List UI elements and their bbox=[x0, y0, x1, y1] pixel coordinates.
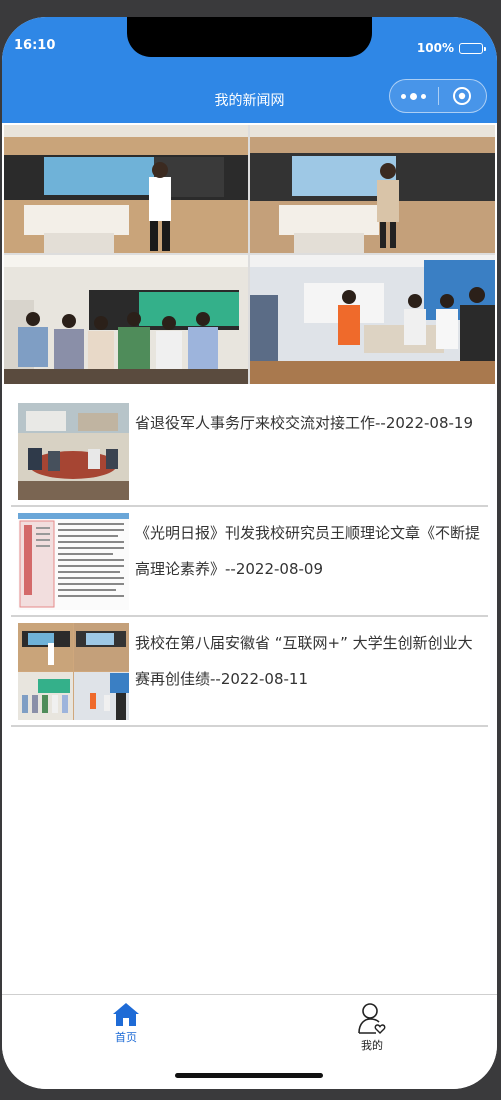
news-title: 《光明日报》刊发我校研究员王顺理论文章《不断提高理论素养》--2022-08-0… bbox=[135, 524, 481, 578]
battery-indicator: 100% bbox=[416, 41, 486, 55]
home-icon bbox=[113, 1003, 139, 1026]
mini-program-capsule bbox=[389, 79, 487, 113]
news-title: 我校在第八届安徽省 “互联网+” 大学生创新创业大赛再创佳绩--2022-08-… bbox=[135, 634, 473, 688]
tab-mine[interactable]: 我的 bbox=[342, 1001, 402, 1053]
phone-screen: 16:10 100% 我的新闻网 省退役军人事务厅来校交流对接工作--2022-… bbox=[2, 17, 497, 1089]
more-menu-button[interactable] bbox=[390, 92, 438, 100]
close-button[interactable] bbox=[438, 86, 486, 106]
status-time: 16:10 bbox=[14, 38, 56, 53]
image-carousel[interactable] bbox=[4, 125, 495, 384]
news-title: 省退役军人事务厅来校交流对接工作--2022-08-19 bbox=[135, 414, 473, 432]
battery-percent: 100% bbox=[416, 41, 454, 55]
news-thumbnail bbox=[18, 403, 129, 500]
news-thumbnail bbox=[18, 513, 129, 610]
news-item[interactable]: 我校在第八届安徽省 “互联网+” 大学生创新创业大赛再创佳绩--2022-08-… bbox=[11, 617, 488, 727]
tab-home-label: 首页 bbox=[115, 1031, 137, 1044]
battery-icon bbox=[459, 42, 486, 54]
tab-home[interactable]: 首页 bbox=[96, 1001, 156, 1045]
target-circle-icon bbox=[453, 87, 472, 105]
news-item[interactable]: 省退役军人事务厅来校交流对接工作--2022-08-19 bbox=[11, 397, 488, 507]
user-heart-icon bbox=[358, 1003, 386, 1034]
news-thumbnail bbox=[18, 623, 129, 720]
app-header: 16:10 100% 我的新闻网 bbox=[2, 17, 497, 123]
news-item[interactable]: 《光明日报》刊发我校研究员王顺理论文章《不断提高理论素养》--2022-08-0… bbox=[11, 507, 488, 617]
carousel-photo bbox=[4, 125, 495, 384]
home-indicator bbox=[175, 1073, 323, 1078]
tab-mine-label: 我的 bbox=[361, 1039, 383, 1052]
news-list: 省退役军人事务厅来校交流对接工作--2022-08-19 《光明日报》刊发我校研… bbox=[11, 397, 488, 727]
device-notch bbox=[127, 17, 372, 57]
